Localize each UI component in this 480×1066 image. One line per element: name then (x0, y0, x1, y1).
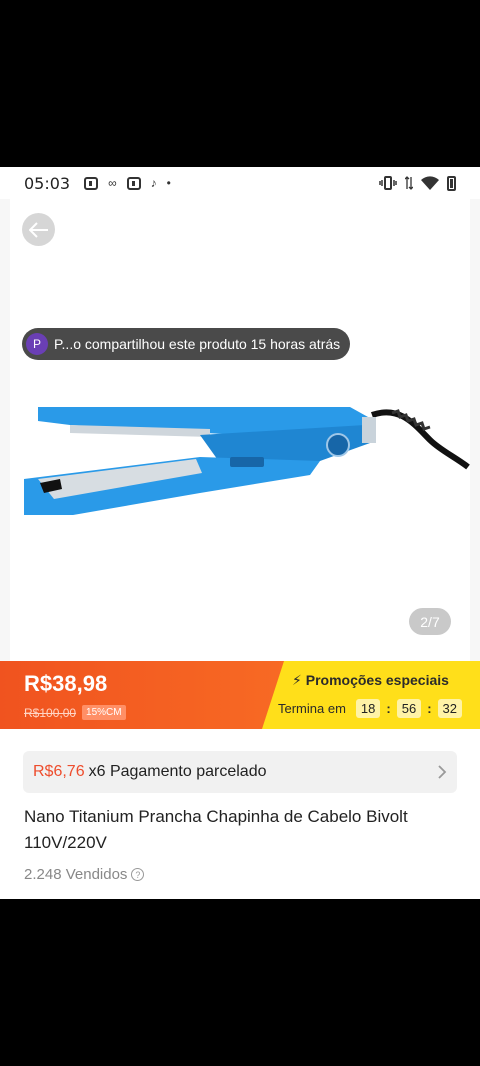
installment-row[interactable]: R$6,76 x6 Pagamento parcelado (23, 751, 457, 793)
installment-amount: R$6,76 (33, 763, 85, 780)
vibrate-icon (379, 176, 397, 190)
app-notification-icon (84, 176, 99, 190)
back-button[interactable] (22, 213, 55, 246)
promo-title: ⚡ Promoções especiais (292, 672, 449, 689)
battery-icon (447, 175, 456, 191)
sold-count: 2.248 Vendidos ? (24, 866, 145, 883)
original-price-row: R$100,00 15%CM (24, 705, 300, 720)
promo-title-text: Promoções especiais (305, 672, 449, 688)
sharer-avatar: P (26, 333, 48, 355)
status-bar: 05:03 ∞ ♪ • (0, 167, 480, 199)
product-title: Nano Titanium Prancha Chapinha de Cabelo… (24, 807, 408, 852)
more-dot-icon: • (166, 176, 171, 190)
share-notice: P P...o compartilhou este produto 15 hor… (22, 328, 351, 360)
current-price: R$38,98 (24, 671, 108, 696)
chevron-right-icon (438, 765, 447, 779)
countdown-separator: : (427, 701, 432, 716)
price-section: R$38,98 R$100,00 15%CM (0, 661, 300, 729)
countdown-separator: : (386, 701, 391, 716)
link-icon: ∞ (108, 176, 117, 190)
sold-count-text: 2.248 Vendidos (24, 866, 128, 883)
data-arrows-icon (405, 176, 413, 190)
share-text: P...o compartilhou este produto 15 horas… (54, 336, 341, 352)
wifi-icon (421, 176, 439, 190)
promo-section: ⚡ Promoções especiais Termina em 18 : 56… (262, 661, 480, 729)
lightning-icon: ⚡ (292, 672, 302, 688)
countdown-label: Termina em (278, 701, 346, 716)
notification-icons: ∞ ♪ • (84, 176, 171, 190)
original-price: R$100,00 (24, 705, 77, 720)
installment-text: x6 Pagamento parcelado (88, 763, 267, 780)
system-icons (379, 175, 456, 191)
arrow-left-icon (28, 221, 48, 238)
product-gallery[interactable]: P P...o compartilhou este produto 15 hor… (0, 199, 480, 661)
product-image (24, 407, 470, 515)
countdown-seconds: 32 (437, 699, 463, 718)
countdown-hours: 18 (355, 699, 381, 718)
countdown-minutes: 56 (396, 699, 422, 718)
app-screen: 05:03 ∞ ♪ • P P...o compartilhou este pr… (0, 167, 480, 899)
tiktok-icon: ♪ (150, 176, 157, 190)
help-icon[interactable]: ? (131, 868, 145, 881)
status-time: 05:03 (24, 173, 71, 193)
app-notification-icon (126, 176, 141, 190)
countdown: Termina em 18 : 56 : 32 (278, 699, 464, 718)
price-bar: R$38,98 R$100,00 15%CM ⚡ Promoções espec… (0, 661, 480, 729)
image-page-indicator: 2/7 (409, 608, 451, 635)
discount-badge: 15%CM (82, 705, 126, 720)
